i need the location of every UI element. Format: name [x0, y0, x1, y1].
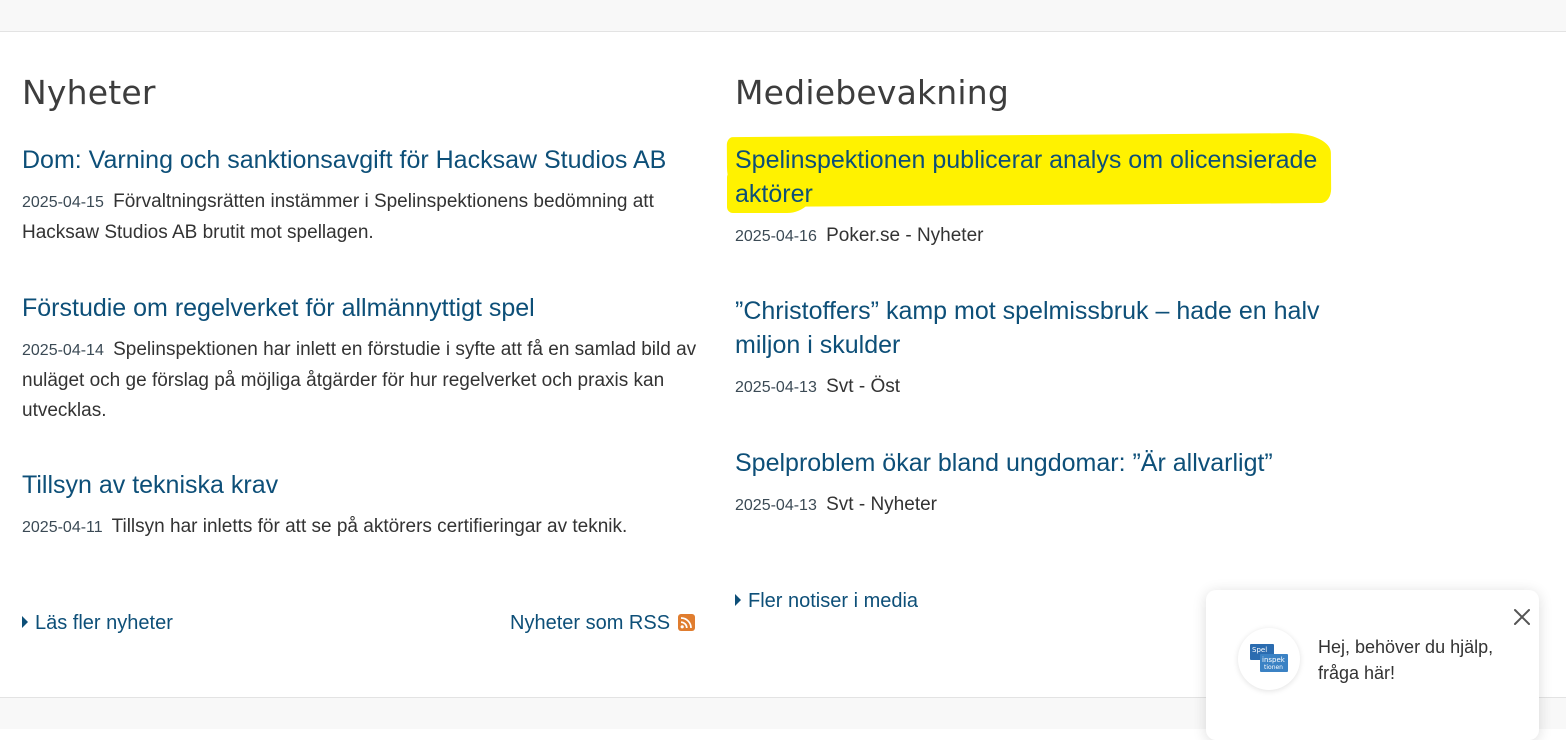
caret-right-icon [735, 594, 741, 606]
read-more-news-link[interactable]: Läs fler nyheter [22, 611, 173, 635]
close-icon[interactable] [1512, 607, 1532, 627]
news-item-meta: 2025-04-15 Förvaltningsrätten instämmer … [22, 187, 702, 248]
media-item-meta: 2025-04-13 Svt - Öst [735, 372, 1355, 403]
news-item-date: 2025-04-14 [22, 342, 104, 359]
news-item-summary: Förvaltningsrätten instämmer i Spelinspe… [22, 191, 654, 243]
news-item-summary: Spelinspektionen har inlett en förstudie… [22, 339, 697, 421]
media-heading: Mediebevakning [735, 73, 1010, 112]
media-item-meta: 2025-04-13 Svt - Nyheter [735, 490, 1355, 521]
page-top-band [0, 0, 1566, 32]
media-item-source: Svt - Öst [826, 376, 901, 397]
media-item-date: 2025-04-16 [735, 228, 817, 245]
news-item-title-link[interactable]: Tillsyn av tekniska krav [22, 468, 702, 502]
media-item-title-link[interactable]: Spelproblem ökar bland ungdomar: ”Är all… [735, 446, 1355, 480]
news-section: Nyheter Dom: Varning och sanktionsavgift… [22, 70, 702, 537]
news-item: Tillsyn av tekniska krav 2025-04-11 Till… [22, 468, 702, 543]
media-item-source: Poker.se - Nyheter [826, 225, 984, 246]
chat-popup[interactable]: Spel inspek tionen Hej, behöver du hjälp… [1206, 590, 1539, 740]
news-item-date: 2025-04-11 [22, 519, 103, 536]
read-more-news-label: Läs fler nyheter [35, 612, 173, 634]
media-item-meta: 2025-04-16 Poker.se - Nyheter [735, 221, 1355, 252]
news-rss-link[interactable]: Nyheter som RSS [510, 611, 696, 635]
more-media-label: Fler notiser i media [748, 590, 919, 612]
media-item: Spelproblem ökar bland ungdomar: ”Är all… [735, 446, 1355, 521]
caret-right-icon [22, 616, 28, 628]
media-item-date: 2025-04-13 [735, 379, 817, 396]
news-item-date: 2025-04-15 [22, 194, 104, 211]
svg-text:tionen: tionen [1264, 664, 1283, 671]
media-section: Mediebevakning Spelinspektionen publicer… [726, 70, 1355, 515]
news-item-title-link[interactable]: Dom: Varning och sanktionsavgift för Hac… [22, 143, 702, 177]
chat-avatar[interactable]: Spel inspek tionen [1238, 628, 1300, 690]
news-item: Förstudie om regelverket för allmännytti… [22, 291, 702, 426]
news-item-meta: 2025-04-11 Tillsyn har inletts för att s… [22, 512, 702, 543]
media-item: ”Christoffers” kamp mot spelmissbruk – h… [735, 294, 1355, 403]
news-item-meta: 2025-04-14 Spelinspektionen har inlett e… [22, 335, 702, 426]
more-media-link[interactable]: Fler notiser i media [735, 589, 918, 613]
media-item-source: Svt - Nyheter [826, 494, 937, 515]
news-rss-label: Nyheter som RSS [510, 612, 671, 634]
svg-text:inspek: inspek [1262, 656, 1286, 664]
svg-text:Spel: Spel [1252, 646, 1267, 654]
news-heading: Nyheter [22, 73, 156, 112]
news-item-title-link[interactable]: Förstudie om regelverket för allmännytti… [22, 291, 702, 325]
spelinspektionen-logo-icon: Spel inspek tionen [1250, 644, 1288, 672]
media-item: Spelinspektionen publicerar analys om ol… [726, 132, 1355, 252]
news-item-summary: Tillsyn har inletts för att se på aktöre… [111, 516, 628, 537]
media-item-title-link[interactable]: ”Christoffers” kamp mot spelmissbruk – h… [735, 294, 1355, 362]
chat-message: Hej, behöver du hjälp, fråga här! [1318, 637, 1494, 683]
rss-icon [678, 614, 696, 631]
media-item-date: 2025-04-13 [735, 497, 817, 514]
media-item-title-link[interactable]: Spelinspektionen publicerar analys om ol… [735, 143, 1355, 211]
news-item: Dom: Varning och sanktionsavgift för Hac… [22, 143, 702, 248]
